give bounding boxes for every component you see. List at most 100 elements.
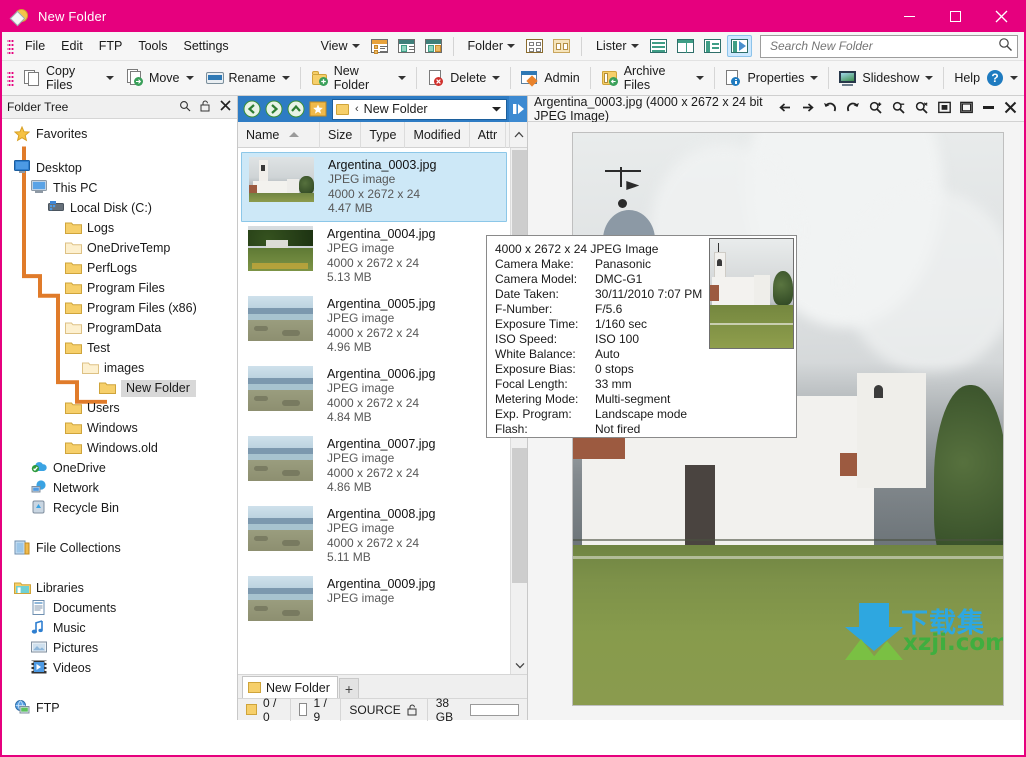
tree-item-file-collections[interactable]: File Collections bbox=[14, 538, 121, 558]
zoom-out-icon[interactable] bbox=[892, 101, 906, 117]
file-row[interactable]: Argentina_0005.jpgJPEG image4000 x 2672 … bbox=[241, 292, 507, 362]
menu-edit[interactable]: Edit bbox=[53, 35, 91, 57]
file-row[interactable]: Argentina_0006.jpgJPEG image4000 x 2672 … bbox=[241, 362, 507, 432]
minimize-icon[interactable] bbox=[982, 101, 995, 117]
fit-window-icon[interactable] bbox=[938, 101, 951, 117]
scroll-up-arrow[interactable] bbox=[510, 131, 527, 138]
back-icon[interactable] bbox=[241, 98, 263, 120]
tree-item-ftp[interactable]: FTP bbox=[14, 698, 60, 718]
file-row[interactable]: Argentina_0009.jpgJPEG image bbox=[241, 572, 507, 642]
search-box[interactable] bbox=[760, 35, 1018, 58]
tree-item-new-folder[interactable]: New Folder bbox=[99, 378, 196, 398]
next-icon[interactable] bbox=[801, 101, 814, 117]
prev-icon[interactable] bbox=[779, 101, 792, 117]
close-icon[interactable] bbox=[1004, 101, 1017, 117]
file-row[interactable]: Argentina_0008.jpgJPEG image4000 x 2672 … bbox=[241, 502, 507, 572]
tree-item-perflogs[interactable]: PerfLogs bbox=[65, 258, 137, 278]
scrollbar-thumb-lower[interactable] bbox=[512, 448, 527, 583]
slideshow-button[interactable]: Slideshow bbox=[833, 64, 939, 92]
tree-item-libraries[interactable]: Libraries bbox=[14, 578, 84, 598]
tree-item-pictures[interactable]: Pictures bbox=[31, 638, 98, 658]
menu-settings[interactable]: Settings bbox=[176, 35, 237, 57]
tree-close-icon[interactable] bbox=[220, 100, 231, 114]
properties-button[interactable]: Properties bbox=[718, 64, 824, 92]
tree-item-programdata[interactable]: ProgramData bbox=[65, 318, 161, 338]
tree-item-test[interactable]: Test bbox=[65, 338, 110, 358]
tree-item-music[interactable]: Music bbox=[31, 618, 86, 638]
delete-button[interactable]: Delete bbox=[421, 64, 506, 92]
file-row[interactable]: Argentina_0004.jpgJPEG image4000 x 2672 … bbox=[241, 222, 507, 292]
column-header-modified[interactable]: Modified bbox=[405, 122, 469, 148]
column-header-attr[interactable]: Attr bbox=[470, 122, 506, 148]
file-list[interactable]: Argentina_0003.jpgJPEG image4000 x 2672 … bbox=[238, 148, 527, 674]
tree-item-users[interactable]: Users bbox=[65, 398, 120, 418]
maximize-button[interactable] bbox=[932, 0, 978, 32]
menu-gripper[interactable] bbox=[7, 38, 14, 55]
file-row[interactable]: Argentina_0003.jpgJPEG image4000 x 2672 … bbox=[241, 152, 507, 222]
tree-item-windows-old[interactable]: Windows.old bbox=[65, 438, 158, 458]
tree-item-logs[interactable]: Logs bbox=[65, 218, 114, 238]
rotate-left-icon[interactable] bbox=[823, 101, 837, 117]
tree-search-icon[interactable] bbox=[179, 100, 191, 115]
breadcrumb-field[interactable]: ‹ New Folder bbox=[332, 99, 507, 120]
scroll-down-arrow[interactable] bbox=[511, 657, 527, 674]
zoom-in-icon[interactable] bbox=[869, 101, 883, 117]
tree-item-recycle-bin[interactable]: Recycle Bin bbox=[31, 498, 119, 518]
column-header-size[interactable]: Size bbox=[320, 122, 361, 148]
folder-grid-icon[interactable] bbox=[522, 35, 547, 57]
panel-expand-button[interactable] bbox=[509, 96, 527, 122]
lister-list-icon[interactable] bbox=[646, 35, 671, 57]
tree-item-favorites[interactable]: Favorites bbox=[14, 124, 87, 144]
favorites-icon[interactable] bbox=[307, 98, 329, 120]
minimize-button[interactable] bbox=[886, 0, 932, 32]
column-header-type[interactable]: Type bbox=[361, 122, 405, 148]
zoom-reset-icon[interactable] bbox=[915, 101, 929, 117]
tree-item-images[interactable]: images bbox=[82, 358, 144, 378]
file-row[interactable]: Argentina_0007.jpgJPEG image4000 x 2672 … bbox=[241, 432, 507, 502]
folder-split-icon[interactable] bbox=[549, 35, 574, 57]
rotate-right-icon[interactable] bbox=[846, 101, 860, 117]
copy-files-button[interactable]: Copy Files bbox=[17, 64, 120, 92]
tree-item-onedrive[interactable]: OneDrive bbox=[31, 458, 106, 478]
forward-icon[interactable] bbox=[263, 98, 285, 120]
tree-item-videos[interactable]: Videos bbox=[31, 658, 91, 678]
search-input[interactable] bbox=[768, 38, 994, 54]
chevron-down-icon[interactable] bbox=[925, 76, 933, 80]
tree-item-local-disk-c[interactable]: Local Disk (C:) bbox=[48, 198, 152, 218]
breadcrumb-dropdown-icon[interactable] bbox=[491, 102, 502, 116]
view-details-icon[interactable] bbox=[367, 35, 392, 57]
chevron-down-icon[interactable] bbox=[398, 76, 406, 80]
column-header-name[interactable]: Name bbox=[238, 122, 320, 148]
tree-item-documents[interactable]: Documents bbox=[31, 598, 116, 618]
archive-files-button[interactable]: Archive Files bbox=[595, 64, 710, 92]
lister-preview-icon[interactable] bbox=[727, 35, 752, 57]
view-tiles-icon[interactable] bbox=[394, 35, 419, 57]
lister-dual-icon[interactable] bbox=[673, 35, 698, 57]
chevron-down-icon[interactable] bbox=[696, 76, 704, 80]
menu-tools[interactable]: Tools bbox=[130, 35, 175, 57]
tree-item-onedrivetemp[interactable]: OneDriveTemp bbox=[65, 238, 170, 258]
add-tab-button[interactable]: + bbox=[339, 678, 359, 698]
help-button[interactable]: Help ? bbox=[948, 64, 1024, 92]
folder-menu-button[interactable]: Folder bbox=[460, 35, 521, 57]
new-folder-button[interactable]: New Folder bbox=[305, 64, 413, 92]
chevron-down-icon[interactable] bbox=[106, 76, 114, 80]
up-icon[interactable] bbox=[285, 98, 307, 120]
unlock-icon[interactable] bbox=[407, 704, 419, 715]
fullscreen-icon[interactable] bbox=[960, 101, 973, 117]
lister-menu-button[interactable]: Lister bbox=[588, 35, 645, 57]
chevron-down-icon[interactable] bbox=[1010, 76, 1018, 80]
folder-tree-body[interactable]: FavoritesDesktopThis PCLocal Disk (C:)Lo… bbox=[2, 119, 237, 720]
menu-file[interactable]: File bbox=[17, 35, 53, 57]
tree-item-program-files[interactable]: Program Files bbox=[65, 278, 165, 298]
lister-tree-icon[interactable] bbox=[700, 35, 725, 57]
toolbar-gripper[interactable] bbox=[7, 70, 14, 87]
tree-item-network[interactable]: Network bbox=[31, 478, 99, 498]
menu-ftp[interactable]: FTP bbox=[91, 35, 131, 57]
admin-button[interactable]: Admin bbox=[515, 64, 585, 92]
view-menu-button[interactable]: View bbox=[313, 35, 366, 57]
close-button[interactable] bbox=[978, 0, 1024, 32]
chevron-down-icon[interactable] bbox=[492, 76, 500, 80]
tree-item-program-files-x86[interactable]: Program Files (x86) bbox=[65, 298, 197, 318]
tree-item-desktop[interactable]: Desktop bbox=[14, 158, 82, 178]
